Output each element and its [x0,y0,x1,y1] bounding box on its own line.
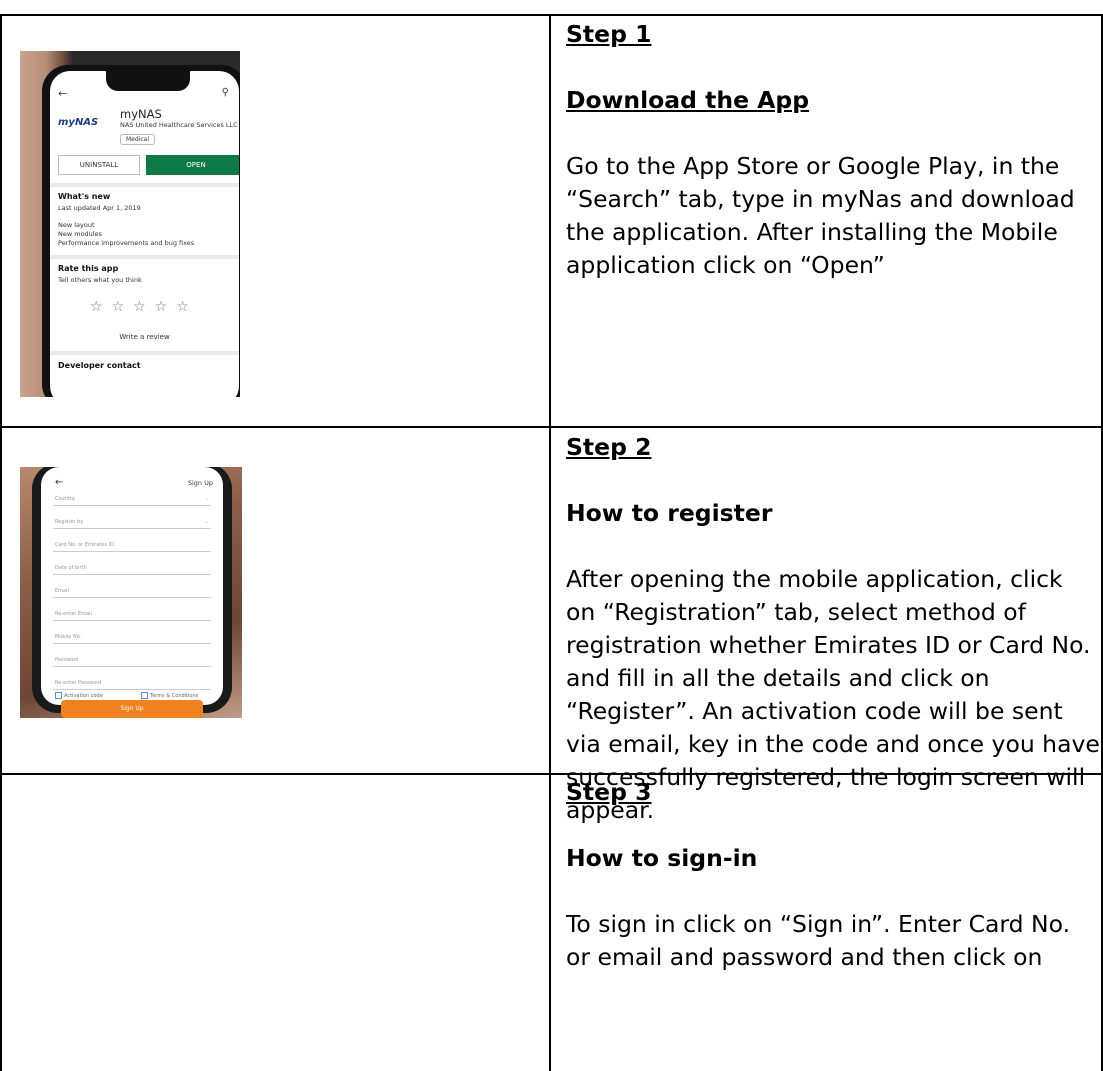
phone-frame: ← ⚲ myNAS myNAS NAS United Healthcare Se… [42,65,240,397]
reenter-password-field: Re-enter Password [53,669,211,690]
step-2-heading: How to register [566,499,773,527]
search-icon: ⚲ [221,87,229,98]
rate-subtitle: Tell others what you think [58,276,142,284]
rate-title: Rate this app [58,264,119,273]
star-rating-icon: ☆☆☆☆☆ [90,299,198,315]
step-3-cell: Step 3 How to sign-in To sign in click o… [566,776,1100,974]
step-1-label: Step 1 [566,20,652,48]
step-3-body-line: To sign in click on “Sign in”. Enter Car… [566,910,1071,938]
store-topbar: ← ⚲ [58,87,229,105]
step-3-label: Step 3 [566,778,652,806]
app-name: myNAS [120,107,162,121]
step-1-body-line: the application. After installing the Mo… [566,218,1058,246]
activation-checkbox: Activation code [55,692,103,699]
email-field: Email [53,577,211,598]
change-item: New layout [58,221,95,229]
step-2-label: Step 2 [566,433,652,461]
field-label: Password [55,657,79,663]
field-label: Email [55,588,69,594]
step-3-body-line: or email and password and then click on [566,943,1043,971]
chevron-down-icon: ⌄ [204,519,209,525]
dob-field: Date of birth [53,554,211,575]
field-label: Register by [55,519,84,525]
write-review-link: Write a review [119,333,170,341]
field-label: Country [55,496,75,502]
chevron-down-icon: ⌄ [204,496,209,502]
field-label: Card No. or Emirates ID [55,542,114,548]
divider [50,351,239,355]
developer-contact: Developer contact [58,361,141,370]
step-2-body-line: on “Registration” tab, select method of [566,598,1026,626]
activation-label: Activation code [64,693,103,699]
table-border-top [0,14,1103,16]
phone-screen: ← Sign Up Country ⌄ Register by ⌄ Card No.… [41,467,223,705]
step-1-body-line: “Search” tab, type in myNas and download [566,185,1075,213]
field-label: Date of birth [55,565,87,571]
app-company: NAS United Healthcare Services LLC [120,121,238,129]
step-2-body-line: After opening the mobile application, cl… [566,565,1063,593]
terms-label: Terms & Conditions [150,693,199,699]
divider [50,255,239,259]
reenter-email-field: Re-enter Email [53,600,211,621]
table-border-left [0,14,2,1071]
change-item: New modules [58,230,102,238]
change-item: Performance improvements and bug fixes [58,239,195,247]
card-field: Card No. or Emirates ID [53,531,211,552]
register-by-field: Register by ⌄ [53,508,211,529]
field-label: Re-enter Password [55,680,102,686]
back-arrow-icon: ← [58,87,68,100]
step-1-body-line: Go to the App Store or Google Play, in t… [566,152,1060,180]
column-divider [549,14,551,1071]
step-2-body-line: and fill in all the details and click on [566,664,990,692]
country-field: Country ⌄ [53,485,211,506]
password-field: Password [53,646,211,667]
step-3-heading: How to sign-in [566,844,758,872]
uninstall-button: UNINSTALL [58,155,140,175]
divider [50,183,239,187]
field-label: Mobile No. [55,634,82,640]
app-store-screenshot: ← ⚲ myNAS myNAS NAS United Healthcare Se… [20,51,240,397]
last-updated: Last updated Apr 1, 2019 [58,204,141,212]
step-2-body-line: “Register”. An activation code will be s… [566,697,1063,725]
phone-screen: ← ⚲ myNAS myNAS NAS United Healthcare Se… [50,71,239,397]
step-1-heading: Download the App [566,86,810,114]
step-2-cell: Step 2 How to register After opening the… [566,431,1100,827]
field-label: Re-enter Email [55,611,92,617]
step-1-cell: Step 1 Download the App Go to the App St… [566,18,1100,282]
step-2-body-line: registration whether Emirates ID or Card… [566,631,1091,659]
step-2-body-line: via email, key in the code and once you … [566,730,1100,758]
signup-button: Sign Up [61,700,203,718]
whats-new-title: What's new [58,192,111,201]
mobile-field: Mobile No. [53,623,211,644]
terms-checkbox: Terms & Conditions [141,692,198,699]
phone-frame: ← Sign Up Country ⌄ Register by ⌄ Card No.… [32,467,232,713]
signup-screenshot: ← Sign Up Country ⌄ Register by ⌄ Card No.… [20,467,242,718]
step-1-body-line: application click on “Open” [566,251,885,279]
open-button: OPEN [146,155,239,175]
category-chip: Medical [120,134,155,145]
row-divider-1 [0,426,1103,428]
app-logo: myNAS [58,117,99,128]
